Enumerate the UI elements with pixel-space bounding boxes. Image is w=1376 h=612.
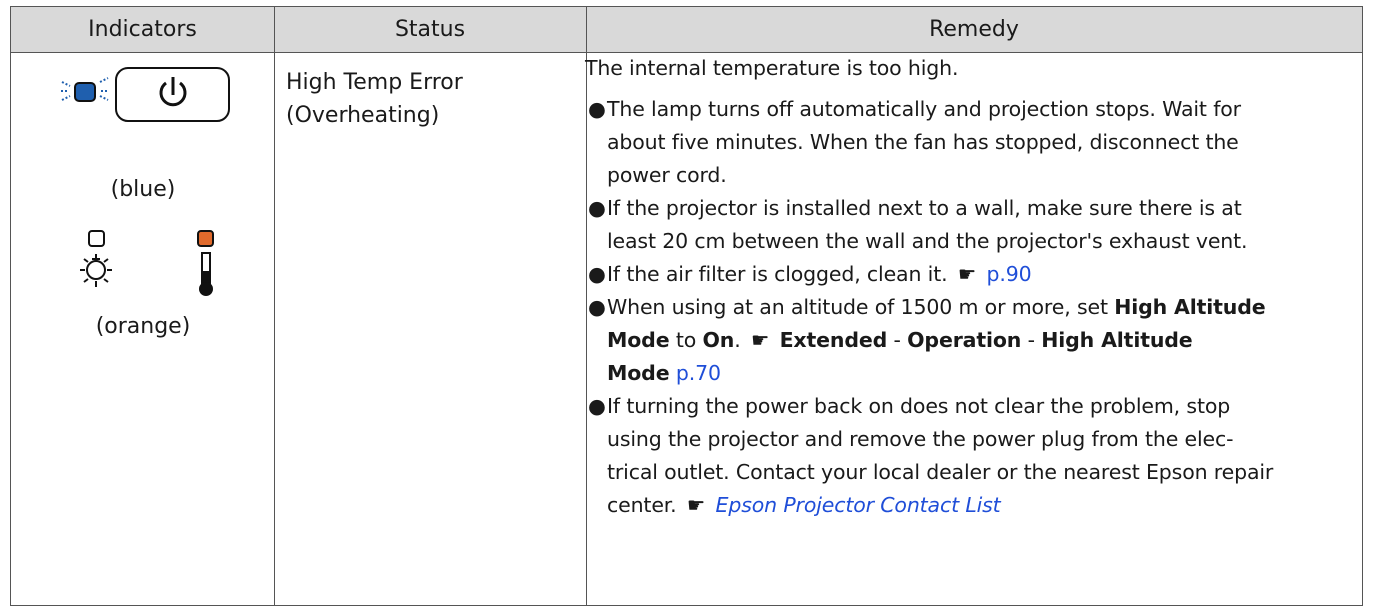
setting-name: Mode bbox=[607, 328, 670, 352]
list-item: ● If the air filter is clogged, clean it… bbox=[585, 258, 1345, 291]
power-indicator-icon bbox=[61, 67, 230, 122]
list-item: ● When using at an altitude of 1500 m or… bbox=[585, 291, 1345, 390]
text-line: center. bbox=[607, 493, 677, 517]
setting-value: On bbox=[702, 328, 735, 352]
table-header: Indicators Status Remedy bbox=[11, 7, 1362, 53]
text-line: . bbox=[734, 328, 741, 352]
power-color-label: (blue) bbox=[110, 177, 176, 202]
contact-list-link[interactable]: Epson Projector Contact List bbox=[716, 493, 1001, 517]
text-line: using the projector and remove the power… bbox=[607, 427, 1234, 451]
menu-path-item: Operation bbox=[907, 328, 1022, 352]
text-line: If the projector is installed next to a … bbox=[607, 196, 1242, 220]
separator: - bbox=[1021, 328, 1042, 352]
pointing-hand-icon: ☛ bbox=[686, 493, 706, 517]
list-item: ● If the projector is installed next to … bbox=[585, 192, 1345, 258]
bullet-icon: ● bbox=[588, 97, 606, 121]
temperature-icon bbox=[199, 252, 213, 296]
column-divider bbox=[274, 7, 275, 605]
text-line: If the air filter is clogged, clean it. bbox=[607, 262, 948, 286]
page-link[interactable]: p.90 bbox=[986, 262, 1031, 286]
header-indicators: Indicators bbox=[88, 17, 197, 42]
lamp-icon bbox=[80, 254, 112, 287]
text-line: trical outlet. Contact your local dealer… bbox=[607, 460, 1274, 484]
header-remedy: Remedy bbox=[929, 17, 1019, 42]
setting-name: High Altitude bbox=[1114, 295, 1266, 319]
bullet-icon: ● bbox=[588, 394, 606, 418]
list-item: ● The lamp turns off automatically and p… bbox=[585, 93, 1345, 192]
header-status: Status bbox=[394, 17, 466, 42]
text-line: If turning the power back on does not cl… bbox=[607, 394, 1231, 418]
remedy-text: The internal temperature is too high. ● … bbox=[585, 52, 1345, 522]
menu-path-item: High Altitude bbox=[1041, 328, 1193, 352]
text-line: power cord. bbox=[607, 163, 727, 187]
text-line: When using at an altitude of 1500 m or m… bbox=[607, 295, 1115, 319]
separator: - bbox=[887, 328, 908, 352]
text-line: about five minutes. When the fan has sto… bbox=[607, 130, 1239, 154]
list-item: ● If turning the power back on does not … bbox=[585, 390, 1345, 522]
status-text: High Temp Error (Overheating) bbox=[286, 66, 463, 132]
text-line: least 20 cm between the wall and the pro… bbox=[607, 229, 1248, 253]
pointing-hand-icon: ☛ bbox=[750, 328, 770, 352]
status-line: High Temp Error bbox=[286, 70, 463, 95]
pointing-hand-icon: ☛ bbox=[957, 262, 977, 286]
text-line: The lamp turns off automatically and pro… bbox=[607, 97, 1241, 121]
bullet-icon: ● bbox=[588, 262, 606, 286]
warning-indicators-icon bbox=[80, 230, 214, 296]
page-link[interactable]: p.70 bbox=[676, 361, 721, 385]
status-line: (Overheating) bbox=[286, 103, 440, 128]
menu-path-item: Mode bbox=[607, 361, 670, 385]
text-line: to bbox=[669, 328, 703, 352]
remedy-list: ● The lamp turns off automatically and p… bbox=[585, 93, 1345, 522]
warning-color-label: (orange) bbox=[95, 314, 191, 339]
menu-path-item: Extended bbox=[779, 328, 888, 352]
remedy-intro: The internal temperature is too high. bbox=[585, 56, 959, 80]
bullet-icon: ● bbox=[588, 196, 606, 220]
bullet-icon: ● bbox=[588, 295, 606, 319]
